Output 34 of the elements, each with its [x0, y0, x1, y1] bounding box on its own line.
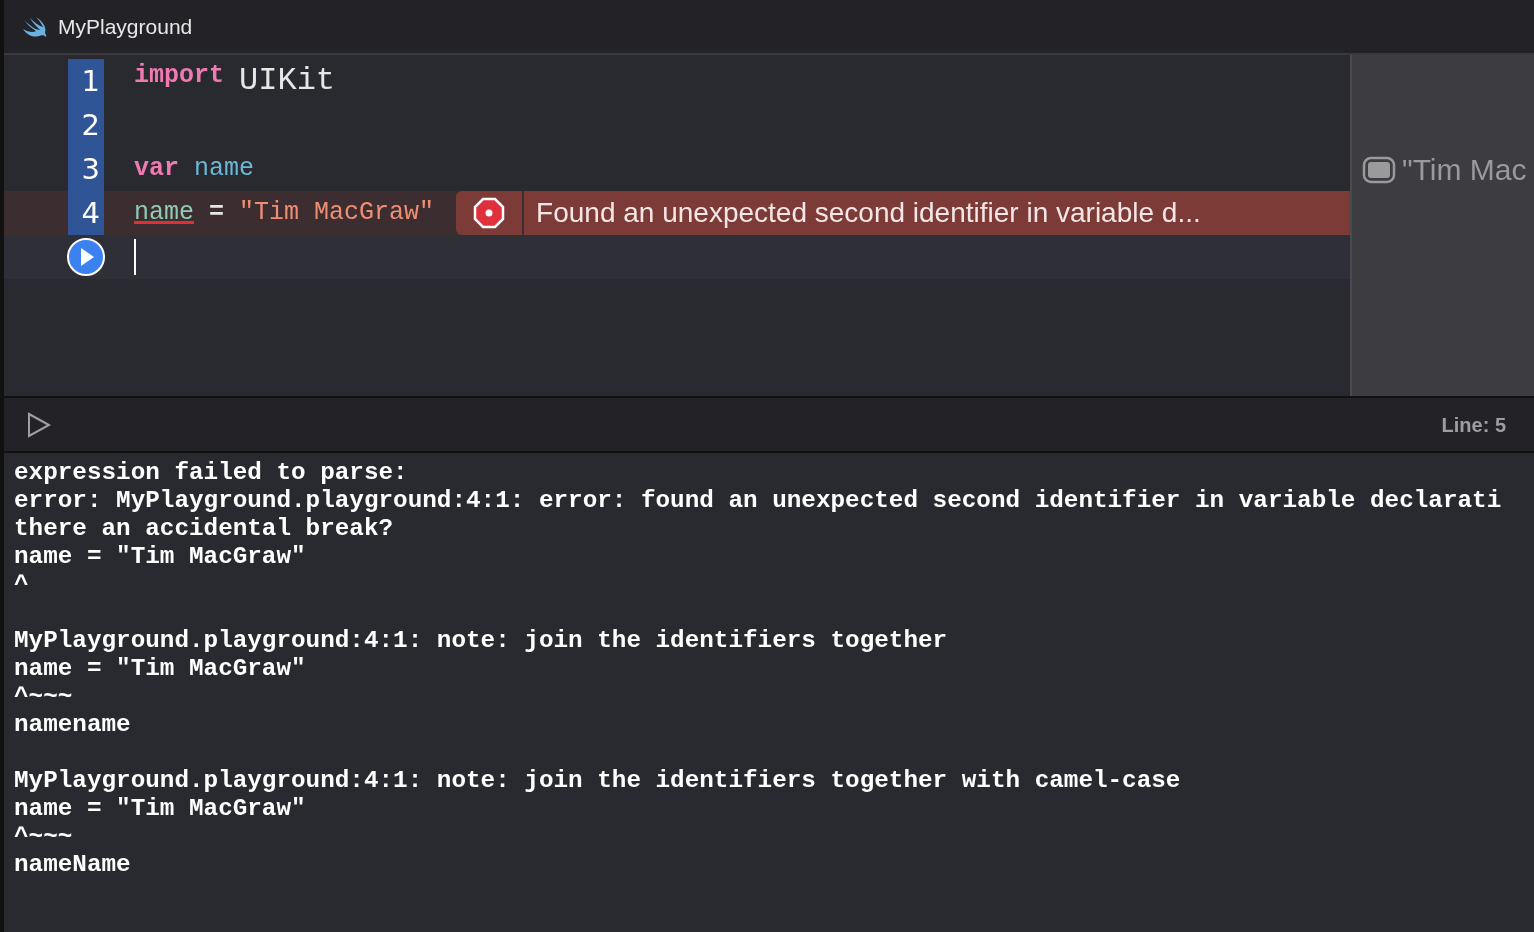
result-value: "Tim Mac	[1402, 152, 1527, 188]
console-line: MyPlayground.playground:4:1: note: join the identifiers together	[14, 627, 949, 655]
console-line: name = "Tim MacGraw"	[14, 655, 307, 683]
console-line: expression failed to parse:	[14, 459, 409, 487]
line-number: 4	[68, 191, 104, 235]
console-line: ^	[14, 571, 30, 599]
console-line: ^~~~	[14, 823, 74, 851]
console-line: nameName	[14, 851, 132, 879]
line-number: 2	[68, 103, 104, 147]
swift-bird-icon	[22, 15, 48, 38]
cursor-position: Line: 5	[1441, 412, 1506, 438]
console-line: ^~~~	[14, 683, 74, 711]
code-token: import	[134, 60, 224, 92]
line-number: 3	[68, 147, 104, 191]
window-title: MyPlayground	[58, 13, 193, 40]
console-line: name = "Tim MacGraw"	[14, 795, 307, 823]
console-line: there an accidental break?	[14, 515, 395, 543]
code-token: var	[134, 153, 179, 186]
result-view-icon[interactable]	[1362, 155, 1396, 184]
run-button[interactable]	[66, 237, 106, 277]
code-token: UIKit	[239, 61, 336, 101]
line-number: 1	[68, 59, 104, 103]
play-icon[interactable]	[26, 411, 52, 438]
console-line: MyPlayground.playground:4:1: note: join the identifiers together with camel-case	[14, 767, 1182, 795]
console-line: name = "Tim MacGraw"	[14, 543, 307, 571]
code-token: name	[134, 197, 194, 230]
code-token: name	[194, 153, 255, 186]
console-line: namename	[14, 711, 132, 739]
text-cursor	[134, 239, 136, 275]
error-message: Found an unexpected second identifier in variable d...	[524, 191, 1350, 235]
code-token: =	[209, 197, 225, 230]
console-line: error: MyPlayground.playground:4:1: error: found an unexpected second identifier in variable declarati	[14, 487, 1503, 515]
error-stop-icon	[473, 197, 506, 229]
code-token: "Tim MacGraw"	[239, 197, 435, 230]
